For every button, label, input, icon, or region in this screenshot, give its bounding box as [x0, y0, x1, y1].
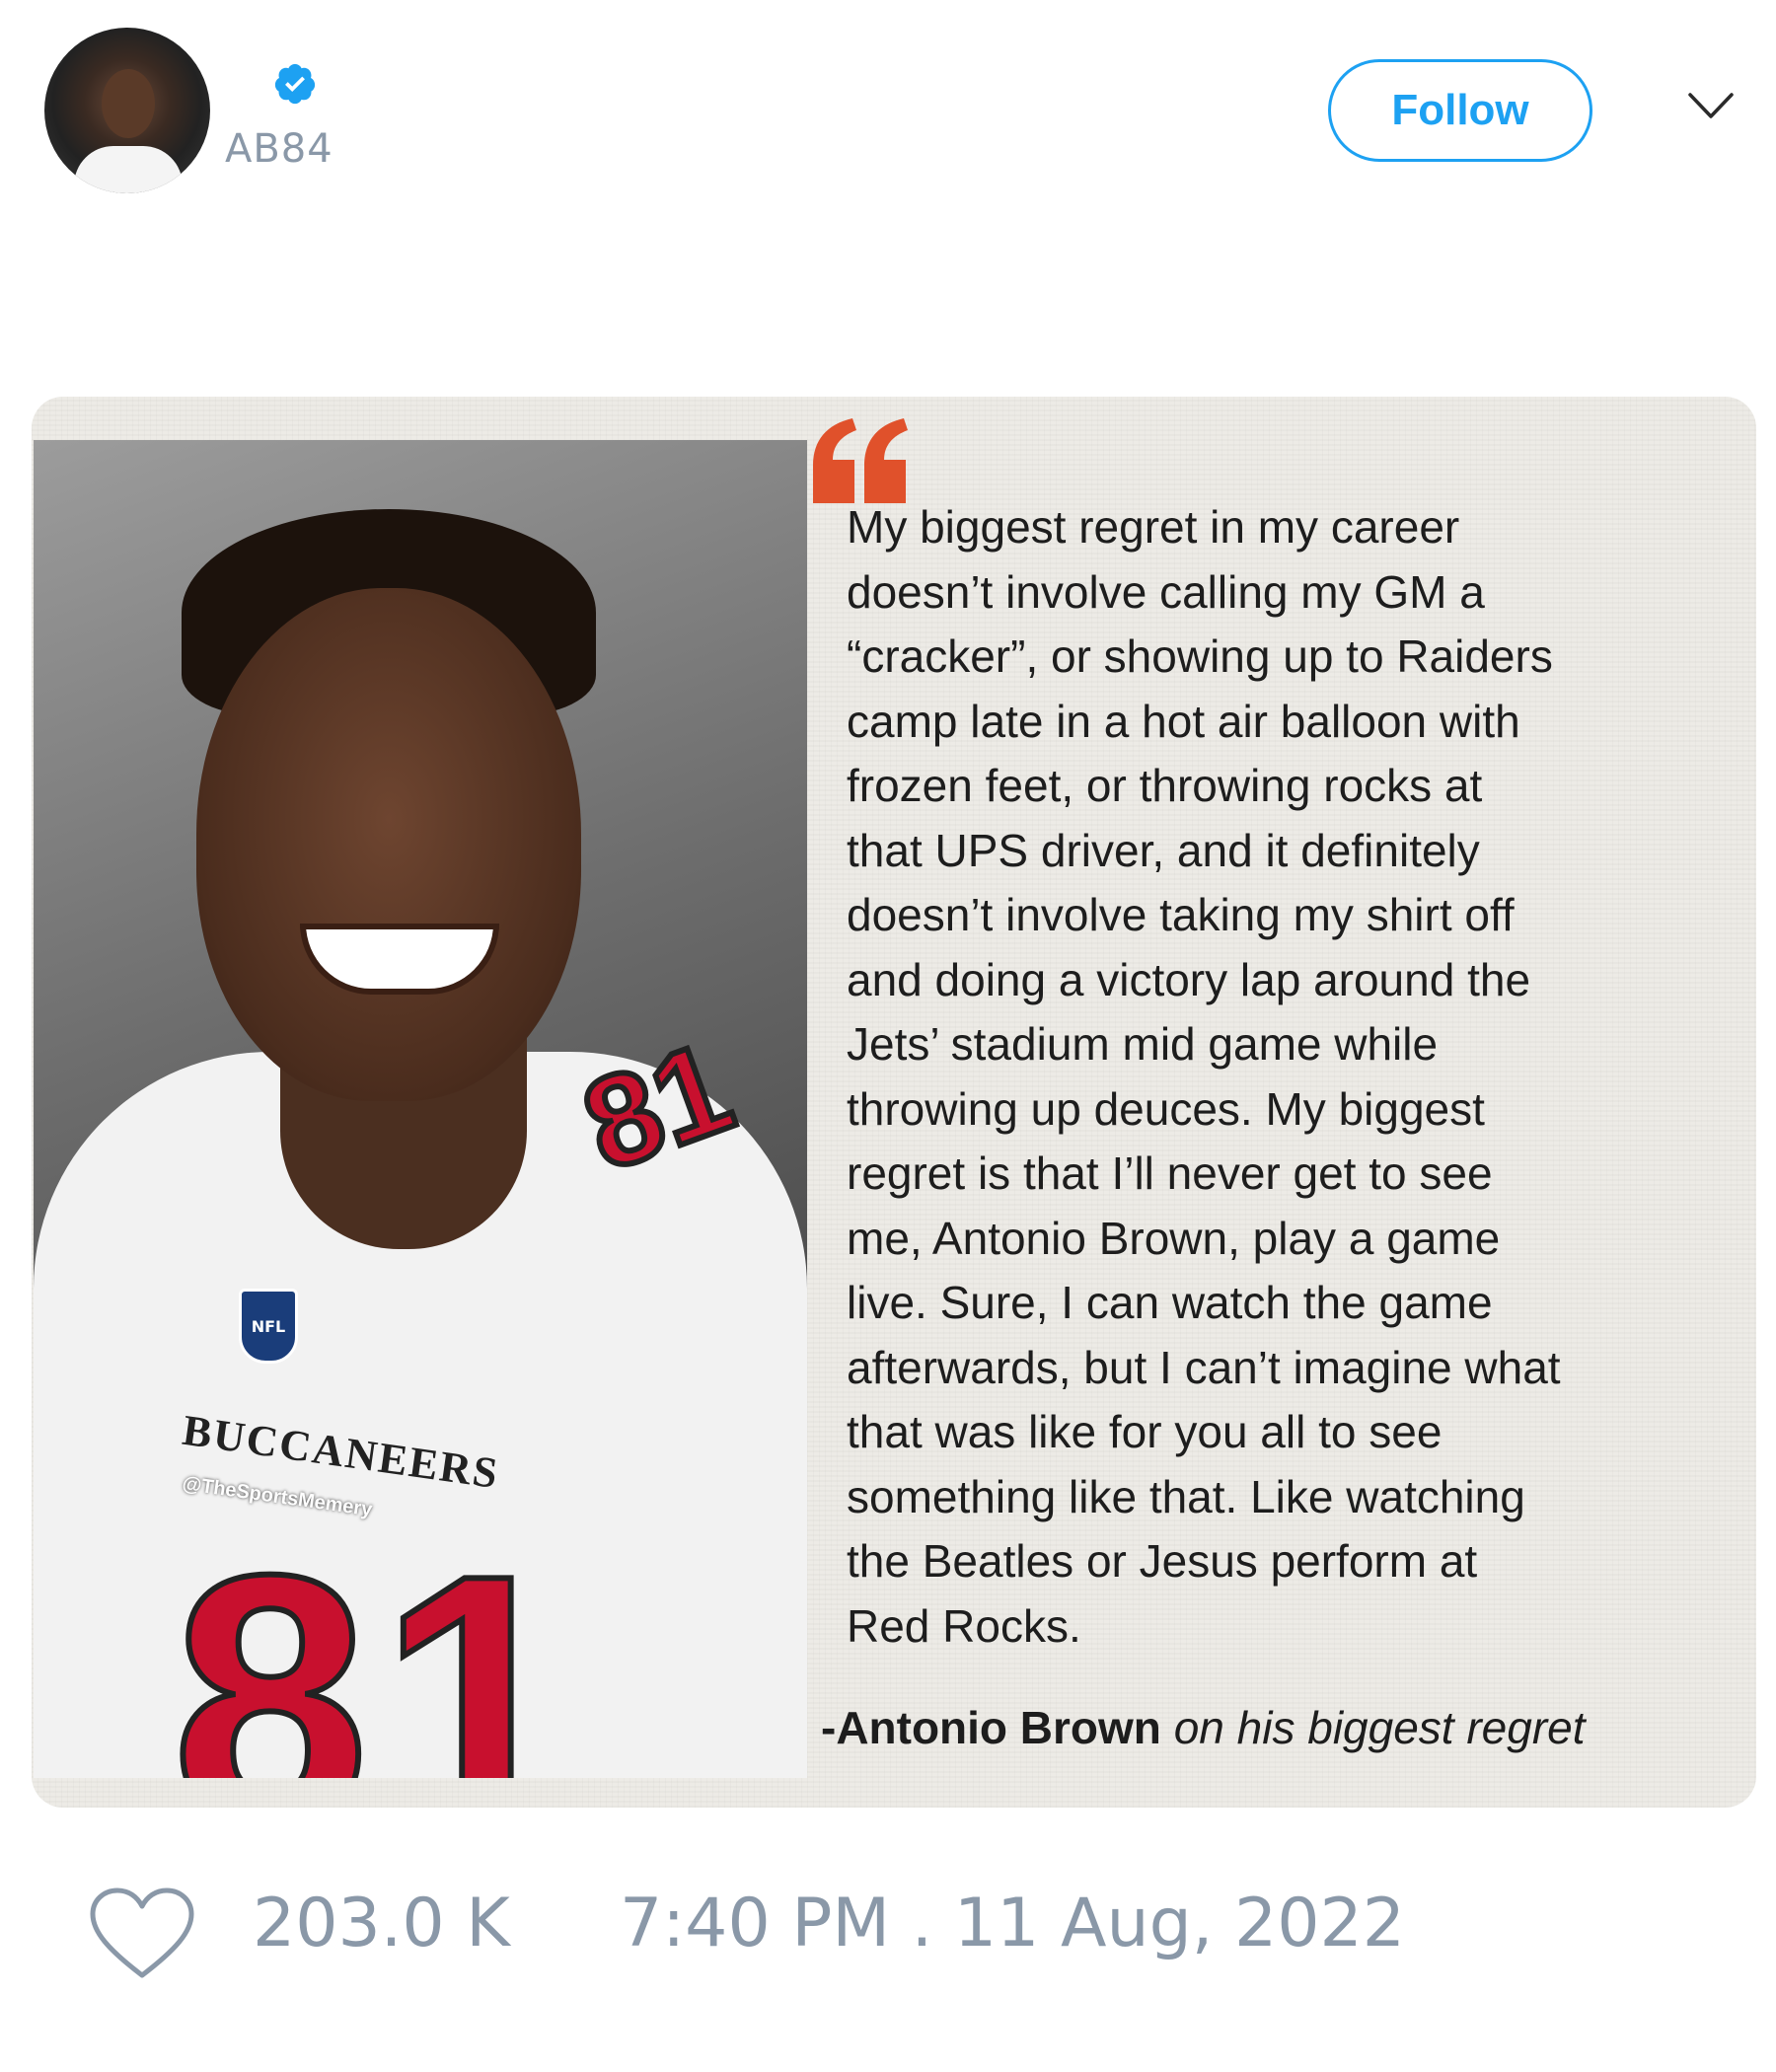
quote-line: “cracker”, or showing up to Raiders	[847, 630, 1553, 682]
quote-line: camp late in a hot air balloon with	[847, 695, 1520, 747]
quote-line: the Beatles or Jesus perform at	[847, 1535, 1478, 1587]
quote-line: doesn’t involve taking my shirt off	[847, 889, 1515, 940]
quote-line: that UPS driver, and it definitely	[847, 824, 1480, 876]
quote-line: My biggest regret in my career	[847, 501, 1460, 553]
tweet-media-card[interactable]: 81 NFL BUCCANEERS @TheSportsMemery 81 My…	[32, 397, 1756, 1808]
player-photo: 81 NFL BUCCANEERS @TheSportsMemery 81	[34, 440, 807, 1778]
like-count: 203.0 K	[253, 1885, 510, 1962]
quote-line: afterwards, but I can’t imagine what	[847, 1341, 1561, 1393]
quote-line: frozen feet, or throwing rocks at	[847, 760, 1483, 811]
attribution-name: -Antonio Brown	[821, 1702, 1161, 1753]
heart-icon[interactable]	[89, 1887, 195, 1981]
user-handle[interactable]: AB84	[225, 126, 333, 172]
quote-line: and doing a victory lap around the	[847, 953, 1531, 1005]
verified-badge-icon	[274, 63, 316, 105]
quote-line: me, Antonio Brown, play a game	[847, 1212, 1501, 1264]
jersey-number: 81	[169, 1499, 587, 1778]
follow-button[interactable]: Follow	[1328, 59, 1592, 162]
quote-line: live. Sure, I can watch the game	[847, 1277, 1493, 1328]
quote-line: regret is that I’ll never get to see	[847, 1147, 1493, 1199]
quote-mark-icon	[813, 418, 908, 503]
head	[196, 588, 581, 1101]
quote-line: throwing up deuces. My biggest	[847, 1082, 1485, 1135]
quote-text: My biggest regret in my career doesn’t i…	[847, 495, 1735, 1659]
quote-line: Red Rocks.	[847, 1599, 1081, 1652]
nfl-shield-icon: NFL	[239, 1289, 298, 1364]
quote-line: something like that. Like watching	[847, 1470, 1525, 1522]
attribution-context: on his biggest regret	[1173, 1702, 1586, 1753]
avatar-face	[102, 69, 155, 138]
avatar[interactable]	[44, 28, 210, 193]
chevron-down-icon[interactable]	[1687, 91, 1735, 120]
tweet-timestamp[interactable]: 7:40 PM . 11 Aug, 2022	[620, 1885, 1405, 1962]
quote-line: that was like for you all to see	[847, 1406, 1443, 1457]
quote-line: doesn’t involve calling my GM a	[847, 565, 1485, 618]
quote-line: Jets’ stadium mid game while	[847, 1018, 1439, 1070]
avatar-shirt	[74, 146, 183, 193]
quote-attribution: -Antonio Brown on his biggest regret	[821, 1701, 1586, 1754]
